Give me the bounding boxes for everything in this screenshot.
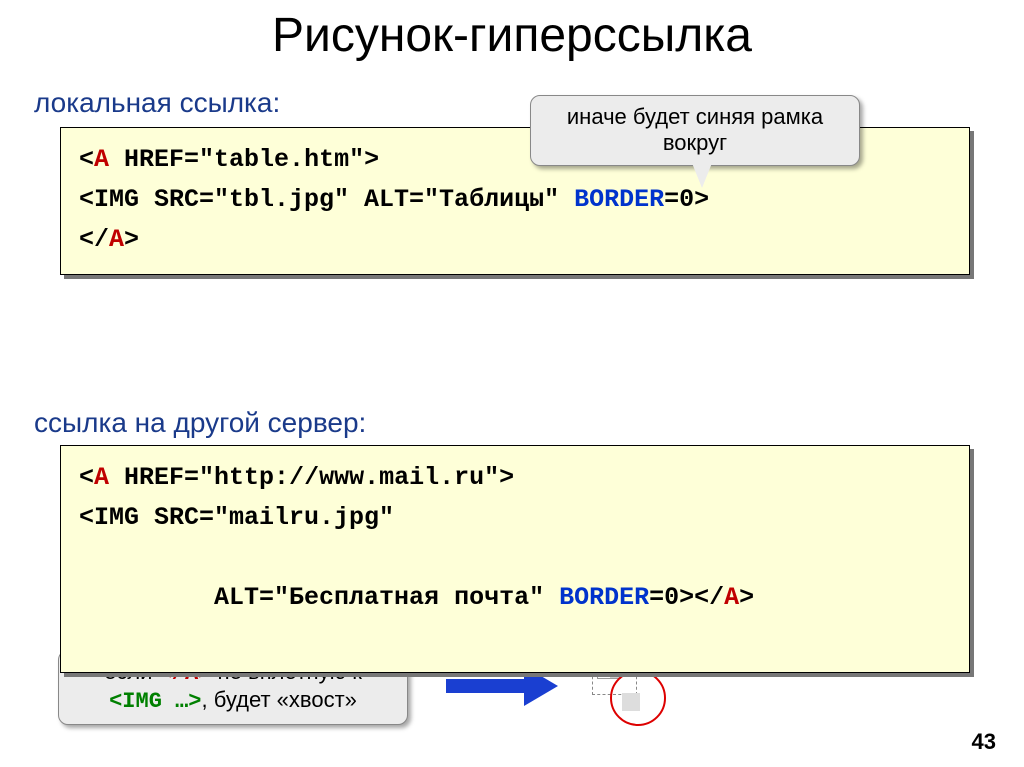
code-line: </A> xyxy=(79,220,951,260)
code-text: > xyxy=(124,225,139,254)
code-text: =0></ xyxy=(649,583,724,612)
code-line: <IMG SRC="mailru.jpg" xyxy=(79,498,951,538)
code-text: =0> xyxy=(664,185,709,214)
code-line: ALT="Бесплатная почта" BORDER=0></A> xyxy=(79,538,951,658)
code-text: HREF="table.htm"> xyxy=(109,145,379,174)
code-text: ALT="Бесплатная почта" xyxy=(139,583,559,612)
code-text: < xyxy=(79,145,94,174)
code-line: <IMG SRC="tbl.jpg" ALT="Таблицы" BORDER=… xyxy=(79,180,951,220)
code-tag-a: A xyxy=(109,225,124,254)
callout-text: , будет «хвост» xyxy=(202,687,357,712)
page-number: 43 xyxy=(972,729,996,755)
code-attr-border: BORDER xyxy=(574,185,664,214)
section-heading-remote: ссылка на другой сервер: xyxy=(34,407,1024,439)
callout-blue-border: иначе будет синяя рамка вокруг xyxy=(530,95,860,166)
code-text: HREF="http://www.mail.ru"> xyxy=(109,463,514,492)
code-tag-a: A xyxy=(94,145,109,174)
callout-pointer xyxy=(690,158,714,188)
section-heading-local: локальная ссылка: xyxy=(34,87,1024,119)
code-attr-border: BORDER xyxy=(559,583,649,612)
arrow-icon xyxy=(446,673,556,693)
code-text: </ xyxy=(79,225,109,254)
code-line: <A HREF="http://www.mail.ru"> xyxy=(79,458,951,498)
code-text: < xyxy=(79,463,94,492)
code-tag-img: <IMG …> xyxy=(109,689,201,714)
page-title: Рисунок-гиперссылка xyxy=(0,0,1024,63)
code-text: <IMG SRC="tbl.jpg" ALT="Таблицы" xyxy=(79,185,574,214)
code-tag-a: A xyxy=(94,463,109,492)
code-block-remote: <A HREF="http://www.mail.ru"> <IMG SRC="… xyxy=(60,445,970,673)
code-tag-a: A xyxy=(724,583,739,612)
code-text: > xyxy=(739,583,754,612)
highlight-circle-icon xyxy=(610,670,666,726)
